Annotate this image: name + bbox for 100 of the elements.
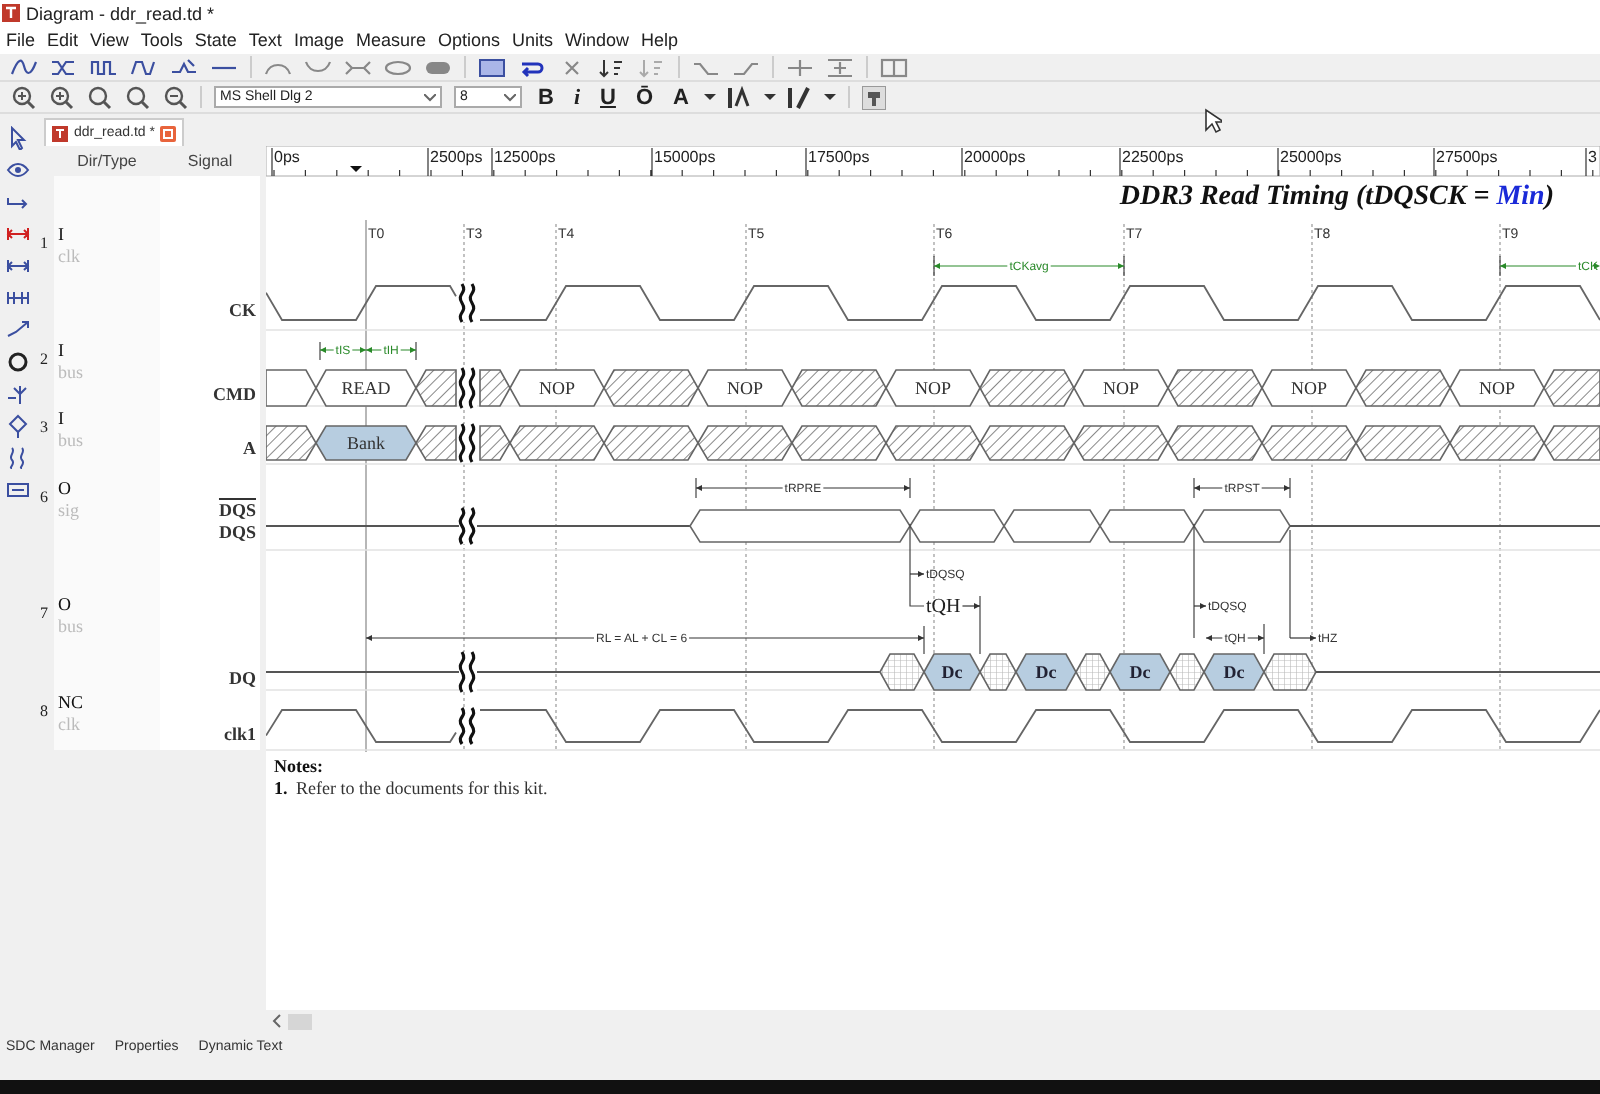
hatched-segment	[266, 425, 317, 461]
zoom-icon[interactable]	[86, 84, 112, 110]
wave-icon[interactable]	[10, 55, 38, 79]
fill-color-icon[interactable]	[728, 85, 753, 109]
crossing-icon[interactable]	[344, 55, 372, 79]
note-text: Refer to the documents for this kit.	[296, 778, 548, 798]
bus-icon[interactable]	[50, 55, 78, 79]
bold-button[interactable]: B	[534, 85, 558, 109]
signal-type: bus	[58, 616, 86, 638]
pointer-icon[interactable]	[5, 126, 29, 150]
hatched-segment	[1261, 425, 1357, 461]
label-icon[interactable]	[5, 478, 29, 502]
pencil-wave-icon[interactable]	[170, 55, 198, 79]
menu-item[interactable]: Image	[287, 30, 350, 50]
dimension-arrow	[1289, 635, 1317, 641]
menu-item[interactable]: State	[188, 30, 243, 50]
hatched-segment	[791, 369, 887, 407]
caret-icon[interactable]	[764, 93, 777, 101]
signal-type: clk	[58, 246, 82, 268]
invalid-data-segment	[979, 653, 1017, 691]
close-icon[interactable]	[160, 125, 177, 141]
timing-label: tQH	[926, 596, 961, 618]
ruler-label: 15000ps	[654, 148, 716, 166]
split-icon[interactable]	[880, 55, 908, 79]
pulse-wave-icon[interactable]	[130, 55, 158, 79]
break-mark	[458, 283, 477, 323]
signal-name: CMD	[213, 384, 256, 406]
dimension-arrow	[1193, 603, 1207, 609]
menu-item[interactable]: Options	[431, 30, 506, 50]
signal-name: clk1	[223, 724, 256, 746]
stamp-icon[interactable]	[862, 85, 887, 109]
text-color-button[interactable]: A	[669, 85, 693, 109]
hatched-segment	[603, 369, 699, 407]
bus-segment: Dc	[923, 653, 981, 691]
ruler-label: 27500ps	[1436, 148, 1498, 166]
clock-wave-icon[interactable]	[90, 55, 118, 79]
diagram-title: DDR3 Read Timing (tDQSCK = Min)	[1119, 182, 1554, 212]
hatched-segment	[885, 425, 981, 461]
zoom-out-icon[interactable]	[162, 84, 188, 110]
double-arrow-icon[interactable]	[5, 254, 29, 278]
zoom-icon[interactable]	[124, 84, 150, 110]
circle-icon[interactable]	[5, 350, 29, 374]
bus-segment: Dc	[1109, 653, 1171, 691]
invalid-data-segment	[1263, 653, 1317, 691]
signal-type: bus	[58, 362, 86, 384]
menu-item[interactable]: Tools	[134, 30, 189, 50]
break-mark	[458, 423, 477, 463]
dimension-arrow	[1205, 635, 1265, 641]
caret-icon[interactable]	[824, 93, 837, 101]
menu-item[interactable]: Help	[635, 30, 685, 50]
ruler-label: 25000ps	[1280, 148, 1342, 166]
row-number: 7	[40, 604, 48, 622]
menu-item[interactable]: File	[0, 30, 42, 50]
invalid-data-segment	[1169, 653, 1205, 691]
cursor-icon	[1204, 108, 1222, 134]
signal-type: sig	[58, 500, 82, 522]
menu-item[interactable]: Window	[559, 30, 636, 50]
menu-item[interactable]: Units	[506, 30, 560, 50]
ellipse-icon[interactable]	[384, 55, 412, 79]
signal-direction: NC	[58, 692, 86, 714]
hatched-segment	[415, 369, 457, 407]
break-mark	[458, 507, 477, 545]
hatched-segment	[979, 369, 1075, 407]
caret-icon	[504, 93, 516, 101]
ruler-label: 0ps	[274, 148, 300, 166]
menu-item[interactable]: Text	[242, 30, 288, 50]
zoom-in-icon[interactable]	[10, 84, 36, 110]
time-marker-icon[interactable]	[350, 166, 362, 172]
row-number: 3	[40, 418, 48, 436]
underline-button[interactable]: U	[596, 85, 620, 109]
break-icon[interactable]	[5, 446, 29, 470]
line-color-icon[interactable]	[788, 85, 813, 109]
scroll-left-icon[interactable]	[272, 1014, 282, 1028]
signal-name: CK	[229, 300, 256, 322]
hatched-segment	[1073, 425, 1169, 461]
dimension-arrow	[961, 603, 981, 609]
double-arrow-icon[interactable]	[5, 222, 29, 246]
sort-icon[interactable]	[598, 55, 626, 79]
zoom-in-icon[interactable]	[48, 84, 74, 110]
bus-segment: Bank	[315, 425, 417, 461]
eye-icon[interactable]	[5, 158, 29, 182]
caret-icon[interactable]	[704, 93, 717, 101]
scrollbar-thumb[interactable]	[288, 1013, 312, 1029]
signal-direction: I	[58, 224, 66, 246]
ruler-label: 22500ps	[1122, 148, 1184, 166]
bracket-arrow-icon[interactable]	[5, 286, 29, 310]
menu-item[interactable]: Measure	[349, 30, 432, 50]
slant-arrow-icon[interactable]	[5, 318, 29, 342]
italic-button[interactable]: i	[569, 85, 585, 109]
menu-item[interactable]: View	[84, 30, 135, 50]
align-icon[interactable]	[826, 55, 854, 79]
dimension-arrow	[1499, 263, 1600, 269]
overline-button[interactable]: Ō	[631, 85, 658, 109]
break-mark	[458, 367, 477, 409]
signal-name: A	[243, 438, 256, 460]
menu-item[interactable]: Edit	[41, 30, 85, 50]
diamond-icon[interactable]	[5, 414, 29, 438]
time-ruler[interactable]	[266, 146, 1600, 177]
bus-segment: NOP	[885, 369, 981, 407]
ruler-label: 20000ps	[964, 148, 1026, 166]
